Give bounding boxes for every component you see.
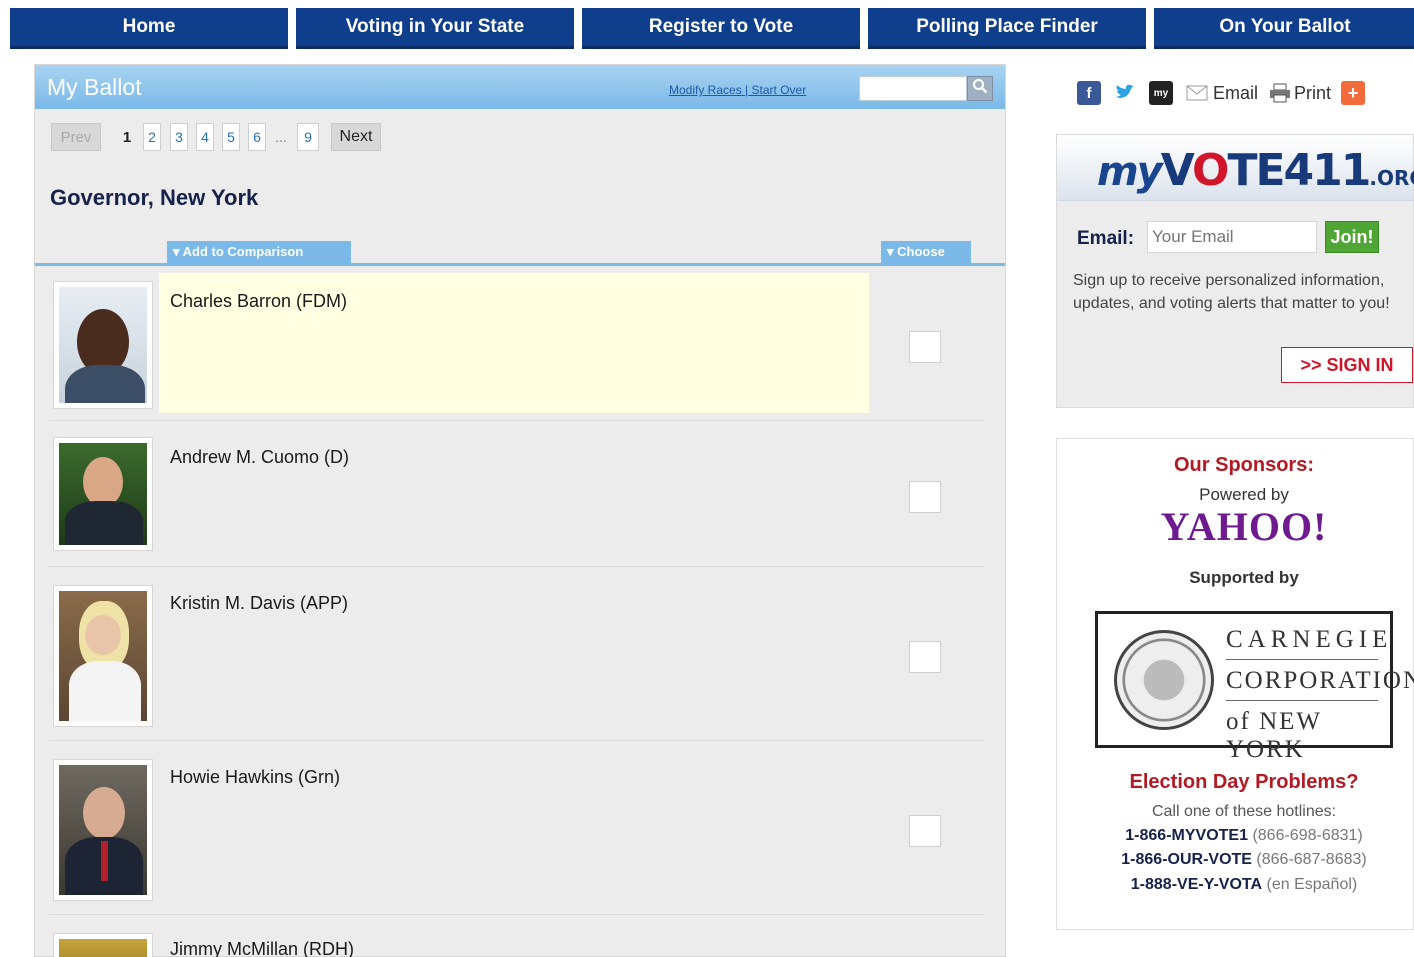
candidate-photo[interactable] [53,933,153,957]
candidate-name: Charles Barron (FDM) [170,291,348,311]
signup-description: Sign up to receive personalized informat… [1073,272,1390,312]
sponsors-title: Our Sponsors: [1173,454,1314,476]
join-button[interactable]: Join! [1325,221,1379,253]
page-link-4[interactable]: 4 [196,123,214,151]
myvote411-logo: myVOTE411.ORG [1097,145,1414,196]
candidate-photo[interactable] [53,281,153,409]
nav-register-to-vote[interactable]: Register to Vote [582,8,860,49]
candidate-row: Jimmy McMillan (RDH) [49,915,985,957]
nav-polling-place-finder[interactable]: Polling Place Finder [868,8,1146,49]
choose-checkbox[interactable] [909,641,941,673]
print-link[interactable]: Print [1294,83,1331,104]
candidate-name: Andrew M. Cuomo (D) [170,447,350,467]
carnegie-line-3: of NEW YORK [1226,708,1322,763]
nav-home[interactable]: Home [10,8,288,49]
start-over-link[interactable]: Start Over [752,83,807,97]
page-link-2[interactable]: 2 [143,123,161,151]
current-page: 1 [122,128,132,146]
page-link-5[interactable]: 5 [222,123,240,151]
supported-by-label: Supported by [1189,568,1299,587]
sign-in-button[interactable]: >> SIGN IN [1281,347,1413,383]
candidate-row: Kristin M. Davis (APP) [49,567,985,741]
header-links: Modify Races | Start Over [669,83,806,97]
ballot-search-input[interactable] [859,76,967,101]
next-page-button[interactable]: Next [331,123,381,151]
signup-box: myVOTE411.ORG Email: Join! Sign up to re… [1056,134,1414,408]
choose-checkbox[interactable] [909,481,941,513]
carnegie-logo[interactable]: CARNEGIE CORPORATION of NEW YORK [1095,611,1414,763]
twitter-icon[interactable] [1113,81,1137,105]
search-icon [972,78,988,99]
carnegie-rule [1226,700,1378,701]
email-field[interactable] [1147,221,1317,253]
sponsors-box: Our Sponsors: Powered by YAHOO! Supporte… [1056,438,1414,930]
hotline-item: 1-888-VE-Y-VOTA (en Español) [1130,876,1358,893]
choose-checkbox[interactable] [909,815,941,847]
print-icon[interactable] [1268,81,1293,105]
candidate-name: Kristin M. Davis (APP) [170,593,349,613]
hotlines-intro: Call one of these hotlines: [1151,803,1337,820]
search-button[interactable] [967,76,993,101]
candidate-name: Jimmy McMillan (RDH) [170,939,354,957]
link-separator: | [745,83,749,97]
hotline-item: 1-866-MYVOTE1 (866-698-6831) [1125,827,1363,844]
candidate-row: Charles Barron (FDM) [49,273,985,421]
page-link-6[interactable]: 6 [248,123,266,151]
logo-band: myVOTE411.ORG [1057,135,1414,201]
page-link-9[interactable]: 9 [297,123,319,151]
carnegie-seal-icon [1114,630,1214,730]
carnegie-line-2: CORPORATION [1226,667,1414,694]
tabs-divider [35,263,1005,266]
page-link-3[interactable]: 3 [170,123,188,151]
ballot-header: My Ballot Modify Races | Start Over [35,65,1005,109]
candidate-photo[interactable] [53,759,153,901]
myspace-icon[interactable]: my [1149,81,1173,105]
share-plus-icon[interactable]: + [1341,81,1366,105]
candidate-name: Howie Hawkins (Grn) [170,767,341,787]
carnegie-line-1: CARNEGIE [1226,626,1393,653]
modify-races-link[interactable]: Modify Races [669,83,742,97]
choose-checkbox[interactable] [909,331,941,363]
choose-tab[interactable]: ▾ Choose [881,241,971,263]
facebook-icon[interactable]: f [1077,81,1101,105]
election-problems-title: Election Day Problems? [1129,771,1359,793]
add-to-comparison-tab[interactable]: ▾ Add to Comparison [167,241,351,263]
candidate-row: Howie Hawkins (Grn) [49,741,985,915]
carnegie-rule [1226,659,1378,660]
top-navigation: Home Voting in Your State Register to Vo… [10,8,1414,49]
prev-page-button[interactable]: Prev [51,123,101,151]
email-label: Email: [1077,228,1135,249]
page-ellipsis: ... [275,129,287,145]
candidate-photo[interactable] [53,585,153,727]
email-share-link[interactable]: Email [1213,83,1258,104]
nav-voting-in-your-state[interactable]: Voting in Your State [296,8,574,49]
yahoo-logo[interactable]: YAHOO! [1057,503,1414,550]
candidate-photo[interactable] [53,437,153,551]
nav-on-your-ballot[interactable]: On Your Ballot [1154,8,1414,49]
race-title: Governor, New York [50,185,259,210]
email-icon[interactable] [1185,81,1209,105]
share-bar: f my Email Print + [1077,80,1377,106]
my-ballot-panel: My Ballot Modify Races | Start Over Prev… [34,64,1006,957]
candidate-row: Andrew M. Cuomo (D) [49,421,985,567]
hotline-item: 1-866-OUR-VOTE (866-687-8683) [1121,851,1367,868]
ballot-title: My Ballot [47,74,142,100]
powered-by-label: Powered by [1199,485,1289,504]
